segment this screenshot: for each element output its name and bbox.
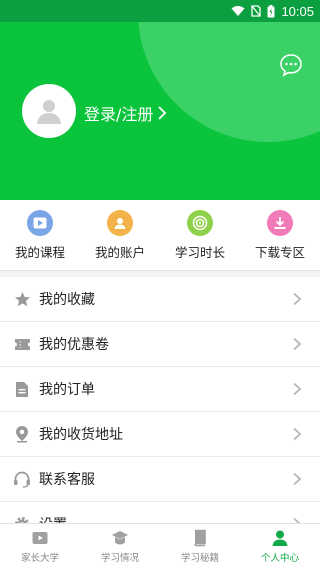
quick-actions: 我的课程 我的账户 学习时长 下载专区	[0, 200, 320, 271]
menu-item-label: 我的收货地址	[39, 427, 123, 443]
chevron-right-icon	[293, 292, 302, 306]
quick-action-study-time[interactable]: 学习时长	[160, 200, 240, 270]
chevron-right-icon	[293, 382, 302, 396]
tab-parent-university[interactable]: 家长大学	[0, 524, 80, 569]
status-time: 10:05	[281, 3, 314, 19]
chat-bubble-icon[interactable]	[278, 52, 304, 78]
coupon-icon	[13, 335, 31, 353]
avatar[interactable]	[22, 84, 76, 138]
headset-icon	[13, 470, 31, 488]
tab-study-status[interactable]: 学习情况	[80, 524, 160, 569]
star-icon	[13, 290, 31, 308]
tab-personal-center[interactable]: 个人中心	[240, 524, 320, 569]
menu-item-label: 联系客服	[39, 472, 95, 488]
menu-item-favorites[interactable]: 我的收藏	[0, 277, 320, 322]
status-bar: 10:05	[0, 0, 320, 22]
quick-action-label: 学习时长	[174, 245, 225, 260]
menu-item-label: 我的收藏	[39, 292, 95, 308]
default-avatar-icon	[37, 100, 61, 124]
menu-item-label: 我的订单	[39, 382, 95, 398]
quick-action-my-account[interactable]: 我的账户	[80, 200, 160, 270]
account-icon	[107, 210, 133, 236]
tab-label: 个人中心	[260, 553, 299, 564]
chevron-right-icon	[158, 106, 167, 120]
video-icon	[32, 532, 48, 544]
login-register-link[interactable]: 登录/注册	[84, 101, 167, 125]
quick-action-label: 我的账户	[94, 245, 145, 260]
settings-menu: 我的收藏 我的优惠卷 我的订单 我的收货地址 联系客服 设置	[0, 277, 320, 547]
menu-item-customer-service[interactable]: 联系客服	[0, 457, 320, 502]
menu-item-label: 我的优惠卷	[39, 337, 109, 353]
quick-action-label: 我的课程	[14, 245, 65, 260]
location-icon	[13, 425, 31, 443]
chevron-right-icon	[293, 337, 302, 351]
menu-item-coupons[interactable]: 我的优惠卷	[0, 322, 320, 367]
course-icon	[27, 210, 53, 236]
bottom-tab-bar: 家长大学 学习情况 学习秘籍 个人中心	[0, 523, 320, 569]
graduation-cap-icon	[112, 531, 128, 545]
battery-charging-icon	[267, 4, 275, 17]
order-icon	[13, 380, 31, 398]
quick-action-my-courses[interactable]: 我的课程	[0, 200, 80, 270]
no-sim-icon	[251, 5, 262, 17]
tab-label: 学习情况	[100, 553, 139, 564]
chevron-right-icon	[293, 472, 302, 486]
tab-label: 学习秘籍	[180, 553, 219, 564]
quick-action-downloads[interactable]: 下载专区	[240, 200, 320, 270]
wifi-icon	[231, 6, 245, 16]
book-icon	[194, 529, 206, 547]
study-time-icon	[187, 210, 213, 236]
chevron-right-icon	[293, 427, 302, 441]
tab-study-tips[interactable]: 学习秘籍	[160, 524, 240, 569]
profile-header: 登录/注册	[0, 22, 320, 200]
status-icons: 10:05	[231, 0, 314, 22]
person-icon	[272, 530, 288, 546]
download-icon	[267, 210, 293, 236]
quick-action-label: 下载专区	[254, 245, 305, 260]
login-register-label: 登录/注册	[84, 105, 154, 124]
tab-label: 家长大学	[20, 553, 59, 564]
menu-item-shipping-address[interactable]: 我的收货地址	[0, 412, 320, 457]
menu-item-orders[interactable]: 我的订单	[0, 367, 320, 412]
